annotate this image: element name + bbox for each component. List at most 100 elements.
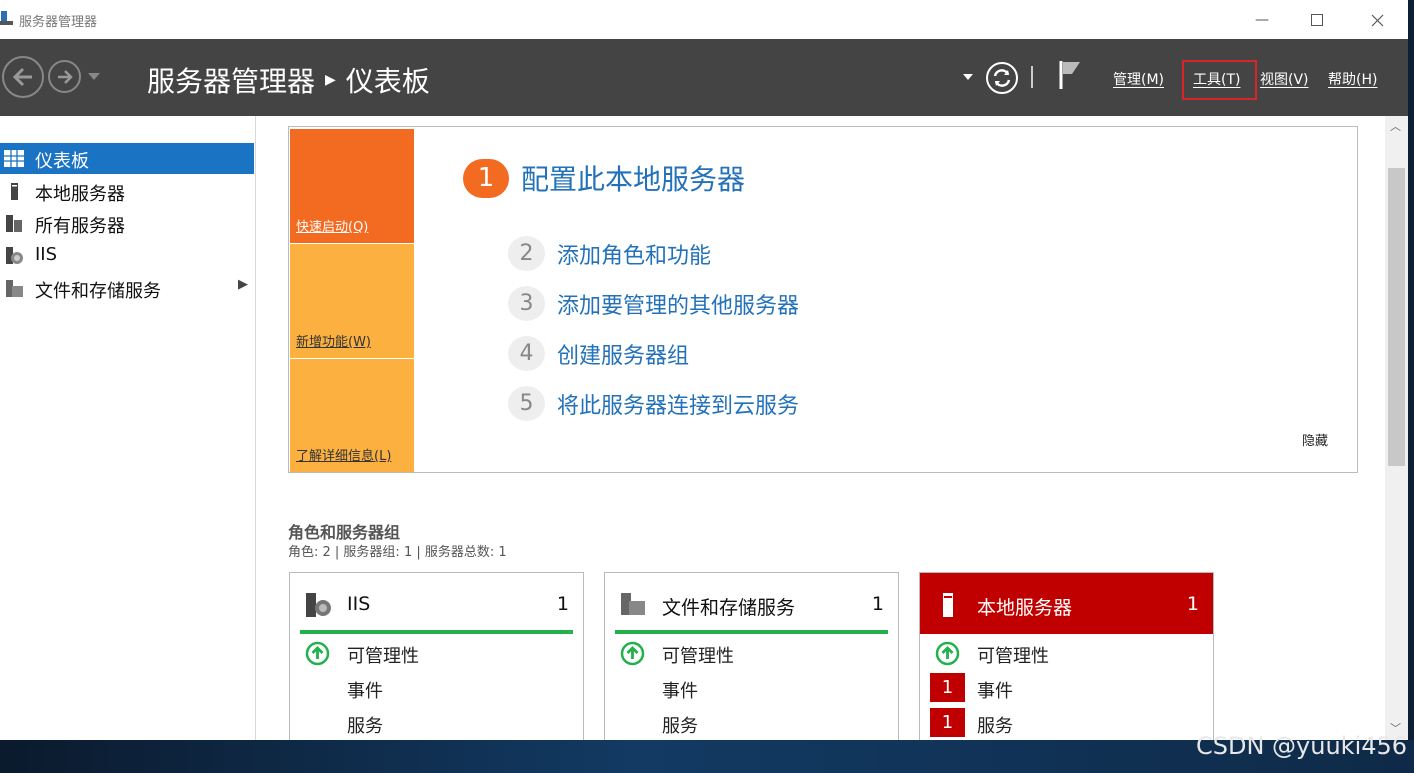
- tile-quick-start[interactable]: 快速启动(Q): [290, 129, 414, 243]
- card-row-events[interactable]: 事件: [347, 677, 383, 703]
- vertical-scrollbar[interactable]: ︿ ﹀: [1385, 116, 1408, 740]
- step-configure-local-server[interactable]: 1 配置此本地服务器: [463, 158, 745, 198]
- iis-icon: [306, 593, 331, 617]
- step-link[interactable]: 将此服务器连接到云服务: [557, 388, 799, 420]
- dropdown-arrow-icon[interactable]: [963, 74, 973, 81]
- refresh-icon[interactable]: [985, 61, 1019, 95]
- scroll-up-icon[interactable]: ︿: [1390, 118, 1401, 134]
- roles-section-summary: 角色: 2 | 服务器组: 1 | 服务器总数: 1: [288, 545, 507, 560]
- manageability-ok-icon: [620, 641, 645, 666]
- history-dropdown-icon[interactable]: [88, 73, 100, 81]
- back-arrow-icon: [12, 67, 32, 87]
- step-connect-cloud[interactable]: 5 将此服务器连接到云服务: [508, 386, 799, 421]
- forward-button[interactable]: [48, 60, 81, 93]
- hide-welcome-link[interactable]: 隐藏: [1302, 430, 1328, 449]
- close-button[interactable]: [1354, 6, 1400, 34]
- close-icon: [1371, 14, 1383, 26]
- step-add-servers[interactable]: 3 添加要管理的其他服务器: [508, 286, 799, 321]
- card-count: 1: [556, 593, 569, 615]
- notifications-flag-icon[interactable]: [1058, 59, 1082, 91]
- manageability-ok-icon: [935, 641, 960, 666]
- card-row-services[interactable]: 服务: [662, 712, 698, 738]
- sidebar-item-file-storage[interactable]: 文件和存储服务 ▶: [0, 273, 254, 304]
- server-icon: [943, 593, 953, 617]
- sidebar-item-local-server[interactable]: 本地服务器: [0, 176, 254, 207]
- title-bar: 服务器管理器 —: [0, 0, 1408, 39]
- step-number: 1: [463, 158, 509, 198]
- role-card-iis[interactable]: IIS 1 可管理性 事件 服务: [289, 572, 584, 740]
- sidebar-item-dashboard[interactable]: 仪表板: [0, 143, 254, 174]
- expand-arrow-icon[interactable]: ▶: [238, 277, 248, 292]
- sidebar: 仪表板 本地服务器 所有服务器 IIS 文件和存储服务 ▶: [0, 116, 256, 740]
- minimize-icon: —: [1255, 12, 1269, 28]
- card-title: IIS: [347, 593, 371, 615]
- card-row-manageability[interactable]: 可管理性: [977, 642, 1049, 668]
- sidebar-item-iis[interactable]: IIS: [0, 240, 254, 271]
- sidebar-item-label: 文件和存储服务: [35, 281, 161, 302]
- minimize-button[interactable]: —: [1239, 6, 1285, 34]
- servers-icon: [6, 215, 22, 232]
- back-button[interactable]: [2, 56, 44, 98]
- header-bar: 服务器管理器 ▶ 仪表板 管理(M) 工具(T) 视图(V) 帮助(H): [0, 39, 1408, 116]
- sidebar-item-label: 所有服务器: [35, 216, 125, 237]
- card-title: 本地服务器: [977, 597, 1073, 619]
- desktop-edge: [1408, 0, 1414, 740]
- card-row-manageability[interactable]: 可管理性: [347, 642, 419, 668]
- server-icon: [11, 183, 18, 200]
- sidebar-item-all-servers[interactable]: 所有服务器: [0, 208, 254, 239]
- sidebar-item-label: 本地服务器: [35, 184, 125, 205]
- card-row-manageability[interactable]: 可管理性: [662, 642, 734, 668]
- tile-learn-more[interactable]: 了解详细信息(L): [290, 359, 414, 472]
- breadcrumb-page: 仪表板: [345, 65, 430, 98]
- breadcrumb-app[interactable]: 服务器管理器: [147, 65, 315, 98]
- role-card-local-server[interactable]: 本地服务器 1 可管理性 1 事件 1 服务: [919, 572, 1214, 740]
- tile-label: 了解详细信息(L): [296, 449, 392, 464]
- step-link[interactable]: 添加要管理的其他服务器: [557, 288, 799, 320]
- file-storage-icon: [6, 280, 23, 297]
- step-create-server-group[interactable]: 4 创建服务器组: [508, 336, 689, 371]
- server-manager-app-icon: [0, 11, 13, 25]
- step-link[interactable]: 配置此本地服务器: [521, 158, 745, 198]
- menu-view[interactable]: 视图(V): [1260, 69, 1309, 89]
- step-number: 2: [508, 236, 545, 271]
- step-add-roles[interactable]: 2 添加角色和功能: [508, 236, 711, 271]
- step-number: 5: [508, 386, 545, 421]
- tools-menu-highlight: [1182, 60, 1257, 100]
- events-alert-badge: 1: [930, 673, 965, 702]
- tile-label: 新增功能(W): [296, 335, 371, 350]
- iis-icon: [6, 247, 23, 264]
- card-row-events[interactable]: 事件: [662, 677, 698, 703]
- scrollbar-thumb[interactable]: [1388, 168, 1405, 466]
- maximize-button[interactable]: [1294, 6, 1340, 34]
- file-storage-icon: [621, 593, 645, 615]
- manageability-ok-icon: [305, 641, 330, 666]
- step-link[interactable]: 添加角色和功能: [557, 238, 711, 270]
- header-divider: [1031, 66, 1033, 88]
- server-manager-window: 服务器管理器 — 服务器管理器 ▶ 仪表板 管理(M) 工具(T) 视图(V) …: [0, 0, 1408, 740]
- forward-arrow-icon: [57, 69, 73, 84]
- step-number: 4: [508, 336, 545, 371]
- card-row-services[interactable]: 服务: [347, 712, 383, 738]
- card-count: 1: [1186, 593, 1199, 615]
- watermark-text: CSDN @yuuki456: [1196, 732, 1408, 760]
- breadcrumb-separator-icon: ▶: [325, 72, 336, 88]
- tile-whats-new[interactable]: 新增功能(W): [290, 244, 414, 358]
- breadcrumb: 服务器管理器 ▶ 仪表板: [147, 60, 430, 100]
- status-bar-ok: [615, 630, 888, 634]
- step-number: 3: [508, 286, 545, 321]
- maximize-icon: [1311, 14, 1323, 26]
- card-count: 1: [871, 593, 884, 615]
- card-header[interactable]: IIS 1: [290, 573, 583, 634]
- role-card-file-storage[interactable]: 文件和存储服务 1 可管理性 事件 服务: [604, 572, 899, 740]
- step-link[interactable]: 创建服务器组: [557, 338, 689, 370]
- roles-section-title: 角色和服务器组: [288, 523, 401, 542]
- card-row-services[interactable]: 服务: [977, 712, 1013, 738]
- sidebar-item-label: 仪表板: [35, 151, 89, 172]
- welcome-panel: 快速启动(Q) 新增功能(W) 了解详细信息(L) 1 配置此本地服务器 2 添…: [288, 126, 1358, 473]
- menu-help[interactable]: 帮助(H): [1328, 69, 1377, 89]
- card-title: 文件和存储服务: [662, 597, 796, 619]
- card-row-events[interactable]: 事件: [977, 677, 1013, 703]
- card-header[interactable]: 文件和存储服务 1: [605, 573, 898, 634]
- menu-manage[interactable]: 管理(M): [1113, 69, 1164, 89]
- card-header[interactable]: 本地服务器 1: [920, 573, 1213, 634]
